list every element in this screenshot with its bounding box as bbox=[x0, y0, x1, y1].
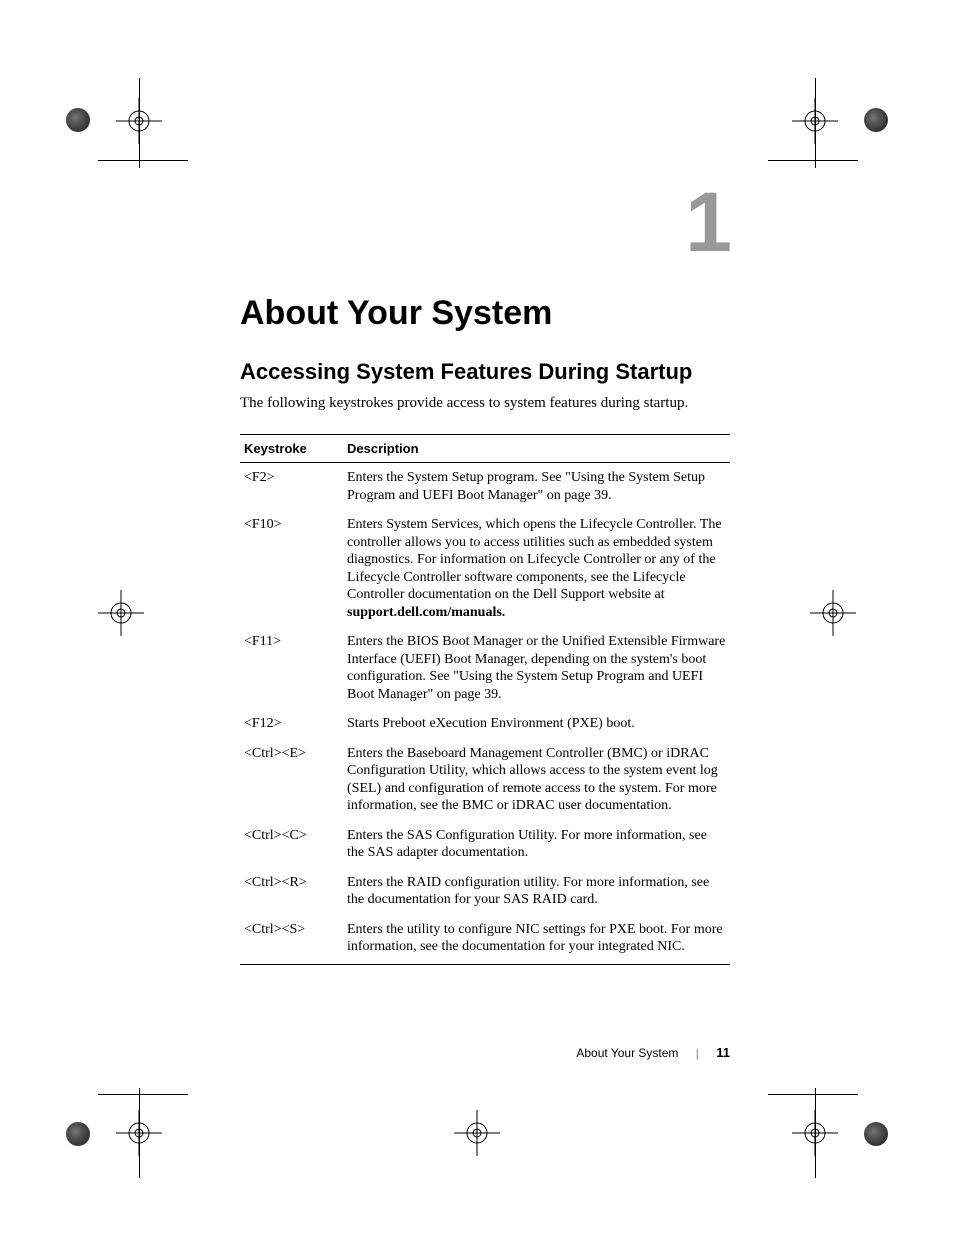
description-cell: Enters the System Setup program. See "Us… bbox=[343, 463, 730, 511]
registration-mark-icon bbox=[810, 590, 856, 636]
table-row: <Ctrl><S>Enters the utility to configure… bbox=[240, 915, 730, 965]
registration-mark-icon bbox=[98, 590, 144, 636]
table-body: <F2>Enters the System Setup program. See… bbox=[240, 463, 730, 965]
table-row: <F2>Enters the System Setup program. See… bbox=[240, 463, 730, 511]
page-footer: About Your System | 11 bbox=[240, 1045, 730, 1060]
footer-page-number: 11 bbox=[716, 1045, 730, 1060]
chapter-title: About Your System bbox=[240, 294, 730, 333]
table-row: <Ctrl><R>Enters the RAID configuration u… bbox=[240, 868, 730, 915]
keystroke-cell: <F10> bbox=[240, 510, 343, 627]
description-cell: Starts Preboot eXecution Environment (PX… bbox=[343, 709, 730, 739]
table-header-keystroke: Keystroke bbox=[240, 435, 343, 463]
trim-ball-icon bbox=[864, 108, 888, 132]
registration-mark-icon bbox=[454, 1110, 500, 1156]
keystroke-cell: <F12> bbox=[240, 709, 343, 739]
keystroke-cell: <F2> bbox=[240, 463, 343, 511]
keystroke-cell: <Ctrl><E> bbox=[240, 739, 343, 821]
description-cell: Enters the utility to configure NIC sett… bbox=[343, 915, 730, 965]
crop-line bbox=[768, 1094, 858, 1095]
description-cell: Enters the BIOS Boot Manager or the Unif… bbox=[343, 627, 730, 709]
keystroke-cell: <Ctrl><R> bbox=[240, 868, 343, 915]
crop-line bbox=[815, 78, 816, 168]
description-cell: Enters the RAID configuration utility. F… bbox=[343, 868, 730, 915]
crop-line bbox=[815, 1088, 816, 1178]
table-row: <F10>Enters System Services, which opens… bbox=[240, 510, 730, 627]
footer-separator: | bbox=[696, 1046, 699, 1060]
table-header-description: Description bbox=[343, 435, 730, 463]
description-cell: Enters the SAS Configuration Utility. Fo… bbox=[343, 821, 730, 868]
section-title: Accessing System Features During Startup bbox=[240, 359, 730, 385]
crop-line bbox=[768, 160, 858, 161]
crop-line bbox=[98, 160, 188, 161]
table-row: <F12>Starts Preboot eXecution Environmen… bbox=[240, 709, 730, 739]
description-cell: Enters System Services, which opens the … bbox=[343, 510, 730, 627]
table-row: <Ctrl><E>Enters the Baseboard Management… bbox=[240, 739, 730, 821]
keystroke-cell: <Ctrl><S> bbox=[240, 915, 343, 965]
keystroke-cell: <F11> bbox=[240, 627, 343, 709]
trim-ball-icon bbox=[66, 108, 90, 132]
footer-title: About Your System bbox=[576, 1046, 678, 1060]
description-cell: Enters the Baseboard Management Controll… bbox=[343, 739, 730, 821]
table-row: <F11>Enters the BIOS Boot Manager or the… bbox=[240, 627, 730, 709]
trim-ball-icon bbox=[864, 1122, 888, 1146]
page-content: 1 About Your System Accessing System Fea… bbox=[240, 180, 730, 965]
crop-line bbox=[139, 78, 140, 168]
trim-ball-icon bbox=[66, 1122, 90, 1146]
keystroke-table: Keystroke Description <F2>Enters the Sys… bbox=[240, 434, 730, 965]
keystroke-cell: <Ctrl><C> bbox=[240, 821, 343, 868]
table-row: <Ctrl><C>Enters the SAS Configuration Ut… bbox=[240, 821, 730, 868]
chapter-number: 1 bbox=[240, 180, 730, 264]
bold-text: support.dell.com/manuals. bbox=[347, 605, 505, 620]
crop-line bbox=[139, 1088, 140, 1178]
section-intro: The following keystrokes provide access … bbox=[240, 395, 730, 412]
crop-line bbox=[98, 1094, 188, 1095]
